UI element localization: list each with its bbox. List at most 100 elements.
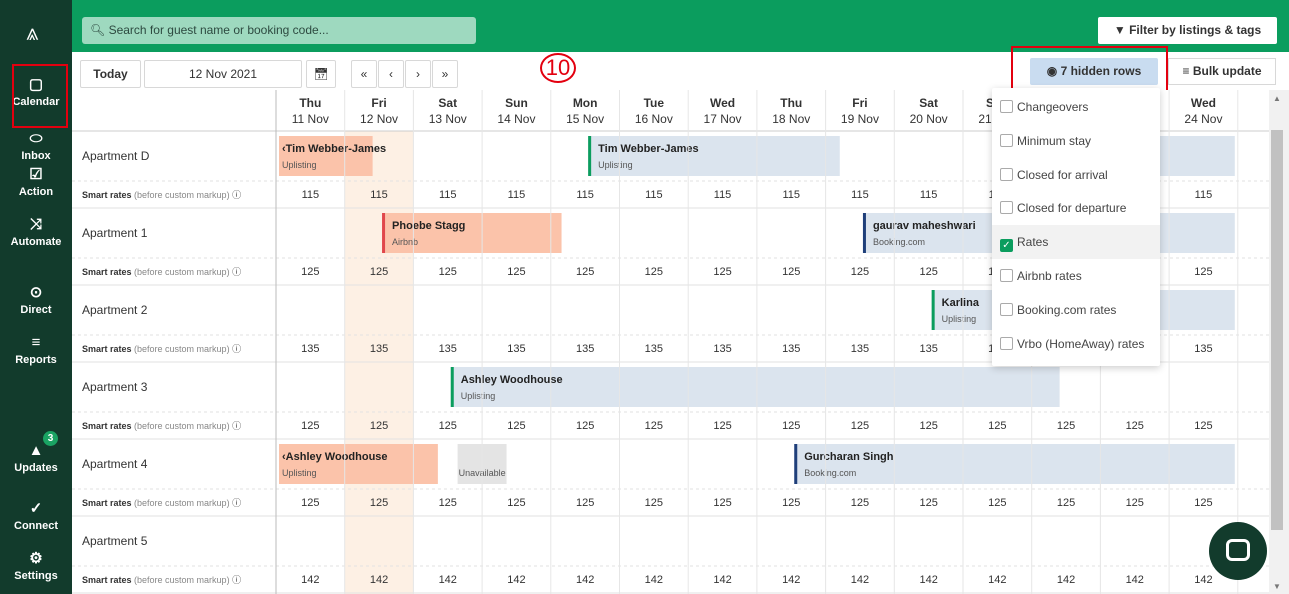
day-name: Thu xyxy=(780,96,802,110)
filter-button[interactable]: ▼ Filter by listings & tags xyxy=(1098,17,1277,44)
sidebar-item-inbox[interactable]: ⬭ Inbox xyxy=(0,130,72,162)
dropdown-option[interactable]: Closed for departure xyxy=(992,191,1160,225)
rate-value: 125 xyxy=(507,420,525,432)
dropdown-option[interactable]: Airbnb rates xyxy=(992,259,1160,293)
listing-name: Apartment 1 xyxy=(82,226,148,240)
booking-channel-bar xyxy=(862,213,866,253)
rate-value: 142 xyxy=(851,574,869,586)
dropdown-option[interactable]: ✓ Rates xyxy=(992,225,1160,260)
dropdown-option[interactable]: Changeovers xyxy=(992,90,1160,124)
rate-value: 125 xyxy=(576,266,594,278)
booking-channel-bar xyxy=(794,444,798,484)
dropdown-option-label: Rates xyxy=(1017,235,1049,250)
search-input[interactable]: 🔍︎ Search for guest name or booking code… xyxy=(82,17,476,44)
rate-value: 135 xyxy=(301,343,319,355)
checkbox-icon[interactable] xyxy=(1000,302,1013,316)
sidebar-item-updates[interactable]: ▲ Updates xyxy=(0,442,72,474)
rate-value: 142 xyxy=(782,574,800,586)
checkbox-icon[interactable] xyxy=(1000,336,1013,350)
rate-value: 125 xyxy=(1194,497,1212,509)
calendar-picker-icon[interactable]: 📅︎ xyxy=(306,60,336,88)
day-date: 20 Nov xyxy=(910,112,948,126)
sidebar-item-label: Automate xyxy=(10,236,62,248)
checkbox-icon[interactable] xyxy=(1000,133,1013,147)
bulk-update-button[interactable]: ≡ Bulk update xyxy=(1168,58,1276,85)
smart-rates-label: Smart rates (before custom markup) ⓘ xyxy=(82,575,241,585)
dropdown-option-label: Airbnb rates xyxy=(1017,269,1082,283)
nav-next-button[interactable]: › xyxy=(405,60,431,88)
booking-block[interactable] xyxy=(279,136,373,176)
logo-icon[interactable]: ⩓ xyxy=(26,22,38,44)
checkbox-icon[interactable] xyxy=(1000,269,1013,282)
date-field[interactable]: 12 Nov 2021 xyxy=(144,60,302,88)
booking-block[interactable] xyxy=(588,136,840,176)
nav-first-button[interactable]: « xyxy=(351,60,377,88)
today-button[interactable]: Today xyxy=(80,60,141,88)
rate-value: 125 xyxy=(370,420,388,432)
checkbox-icon[interactable]: ✓ xyxy=(1000,239,1013,253)
day-date: 18 Nov xyxy=(772,112,810,126)
chat-icon[interactable] xyxy=(1209,522,1267,580)
rate-value: 142 xyxy=(301,574,319,586)
nav-last-button[interactable]: » xyxy=(432,60,458,88)
checkbox-icon[interactable] xyxy=(1000,167,1013,181)
sidebar-item-action[interactable]: ☑ Action xyxy=(0,166,72,198)
booking-block[interactable] xyxy=(450,367,1060,407)
rate-value: 142 xyxy=(1126,574,1144,586)
rate-value: 125 xyxy=(782,266,800,278)
booking-channel: Uplisting xyxy=(942,314,977,324)
info-icon: ⓘ xyxy=(232,267,241,277)
rate-value: 115 xyxy=(302,189,320,201)
sidebar-item-label: Connect xyxy=(14,520,58,532)
checkbox-icon[interactable] xyxy=(1000,201,1013,215)
day-date: 16 Nov xyxy=(635,112,673,126)
rate-value: 115 xyxy=(714,189,732,201)
rate-value: 125 xyxy=(1126,420,1144,432)
sidebar-item-label: Inbox xyxy=(21,150,51,162)
rate-value: 125 xyxy=(507,497,525,509)
rate-value: 115 xyxy=(645,189,663,201)
scrollbar-thumb[interactable] xyxy=(1271,130,1283,530)
booking-block[interactable] xyxy=(279,444,438,484)
scroll-up-icon[interactable]: ▲ xyxy=(1272,94,1282,104)
dropdown-option[interactable]: Booking.com rates xyxy=(992,293,1160,327)
sidebar-item-reports[interactable]: ≡ Reports xyxy=(0,334,72,366)
listing-name: Apartment 5 xyxy=(82,534,148,548)
sidebar-item-connect[interactable]: ✓ Connect xyxy=(0,500,72,532)
smart-rates-label: Smart rates (before custom markup) ⓘ xyxy=(82,421,241,431)
dropdown-option[interactable]: Closed for arrival xyxy=(992,158,1160,192)
day-name: Sat xyxy=(919,96,938,110)
plug-icon: ✓ xyxy=(29,500,43,517)
dropdown-option[interactable]: Minimum stay xyxy=(992,124,1160,158)
rate-value: 125 xyxy=(1057,420,1075,432)
info-icon: ⓘ xyxy=(232,575,241,585)
booking-channel-bar xyxy=(931,290,935,330)
sidebar-item-automate[interactable]: ⤨ Automate xyxy=(0,216,72,248)
rate-value: 115 xyxy=(851,189,869,201)
checkbox-icon[interactable] xyxy=(1000,100,1013,113)
booking-channel: Uplisting xyxy=(598,160,633,170)
dropdown-option[interactable]: Vrbo (HomeAway) rates xyxy=(992,327,1160,361)
info-icon: ⓘ xyxy=(232,344,241,354)
sidebar-item-label: Action xyxy=(18,186,54,198)
sidebar-item-direct[interactable]: ⊙ Direct xyxy=(0,284,72,316)
scroll-down-icon[interactable]: ▼ xyxy=(1272,582,1282,592)
listing-name: Apartment 3 xyxy=(82,380,148,394)
topbar: 🔍︎ Search for guest name or booking code… xyxy=(72,0,1289,52)
dropdown-option-label: Closed for departure xyxy=(1017,201,1127,216)
day-date: 13 Nov xyxy=(429,112,467,126)
booking-guest: gaurav maheshwari xyxy=(873,220,976,232)
day-name: Sat xyxy=(438,96,457,110)
booking-guest: ‹Ashley Woodhouse xyxy=(282,451,388,463)
listing-name: Apartment 2 xyxy=(82,303,148,317)
booking-block[interactable] xyxy=(382,213,562,253)
day-date: 12 Nov xyxy=(360,112,398,126)
booking-channel-bar xyxy=(588,136,592,176)
dropdown-option-label: Vrbo (HomeAway) rates xyxy=(1017,336,1145,351)
sidebar-item-settings[interactable]: ⚙ Settings xyxy=(0,550,72,582)
day-date: 24 Nov xyxy=(1184,112,1222,126)
rate-value: 125 xyxy=(713,497,731,509)
nav-prev-button[interactable]: ‹ xyxy=(378,60,404,88)
sidebar-item-label: Settings xyxy=(14,570,58,582)
updates-badge: 3 xyxy=(43,431,58,446)
